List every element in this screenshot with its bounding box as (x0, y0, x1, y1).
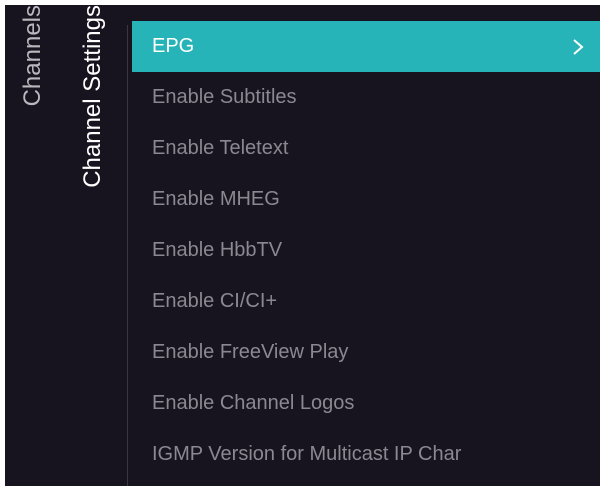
menu-item-enable-freeview-play[interactable]: Enable FreeView Play (132, 327, 600, 378)
tv-settings-screen: Channels Channel Settings EPG Enable Sub… (5, 5, 600, 486)
menu-item-igmp-version[interactable]: IGMP Version for Multicast IP Char (132, 429, 600, 480)
breadcrumb-current: Channel Settings (73, 5, 113, 486)
menu-item-label: Enable Teletext (152, 137, 289, 159)
chevron-right-icon (573, 38, 584, 55)
settings-menu: EPG Enable Subtitles Enable Teletext Ena… (132, 21, 600, 486)
menu-item-label: IGMP Version for Multicast IP Char (152, 443, 462, 465)
column-divider (127, 25, 128, 486)
menu-item-label: EPG (152, 35, 195, 57)
menu-item-epg[interactable]: EPG (132, 21, 600, 72)
menu-item-label: Enable Subtitles (152, 86, 297, 108)
menu-item-enable-channel-logos[interactable]: Enable Channel Logos (132, 378, 600, 429)
menu-item-label: Enable HbbTV (152, 239, 283, 261)
menu-item-label: Enable MHEG (152, 188, 280, 210)
menu-item-enable-teletext[interactable]: Enable Teletext (132, 123, 600, 174)
menu-item-enable-ci[interactable]: Enable CI/CI+ (132, 276, 600, 327)
menu-item-enable-subtitles[interactable]: Enable Subtitles (132, 72, 600, 123)
breadcrumb-parent-label: Channels (19, 5, 46, 107)
menu-item-label: Enable CI/CI+ (152, 290, 278, 312)
menu-item-enable-hbbtv[interactable]: Enable HbbTV (132, 225, 600, 276)
menu-item-label: Enable FreeView Play (152, 341, 349, 363)
breadcrumb-parent[interactable]: Channels (13, 5, 53, 486)
breadcrumb-current-label: Channel Settings (79, 5, 106, 188)
menu-item-enable-mheg[interactable]: Enable MHEG (132, 174, 600, 225)
menu-item-label: Enable Channel Logos (152, 392, 355, 414)
